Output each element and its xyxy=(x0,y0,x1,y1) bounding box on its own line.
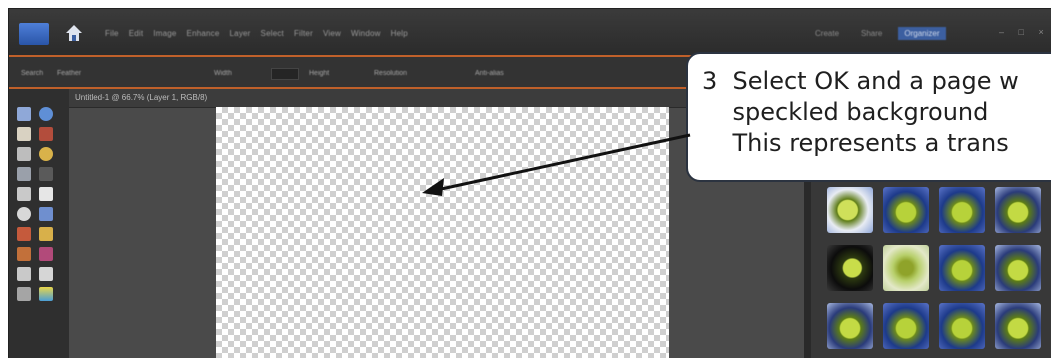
callout-arrow-icon xyxy=(422,133,691,196)
